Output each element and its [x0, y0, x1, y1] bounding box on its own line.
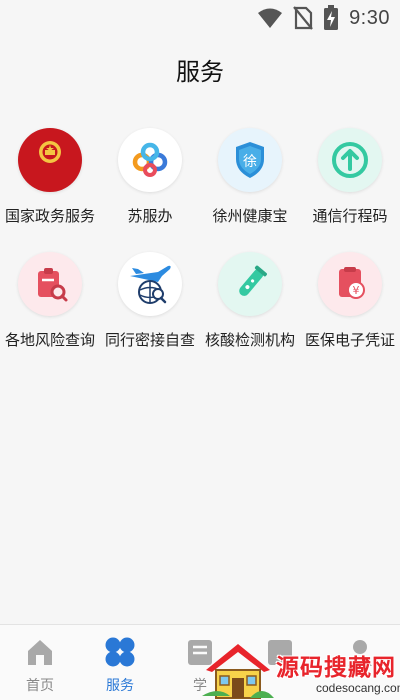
- service-xuzhou-health[interactable]: 徐 徐州健康宝: [200, 128, 300, 252]
- service-label: 医保电子凭证: [304, 331, 395, 349]
- services-grid-icon: [103, 635, 137, 669]
- services-row: 国家政务服务 苏服办 徐 徐州健康宝 通信行程码: [0, 128, 400, 252]
- watermark-url: codesocang.com: [316, 681, 400, 695]
- no-sim-icon: [293, 6, 313, 30]
- nav-label: 服务: [106, 678, 134, 694]
- service-medical-insurance[interactable]: ¥ 医保电子凭证: [300, 252, 400, 376]
- services-grid: 国家政务服务 苏服办 徐 徐州健康宝 通信行程码 各地风险查询 同行密接自查 核…: [0, 128, 400, 376]
- service-label: 同行密接自查: [104, 331, 195, 349]
- service-label: 徐州健康宝: [212, 207, 288, 225]
- service-nucleic-test[interactable]: 核酸检测机构: [200, 252, 300, 376]
- battery-charging-icon: [323, 5, 339, 31]
- page-title: 服务: [176, 57, 224, 86]
- service-label: 苏服办: [127, 207, 173, 225]
- service-label: 各地风险查询: [4, 331, 95, 349]
- wifi-icon: [257, 7, 283, 29]
- plane-globe-search-icon: [118, 252, 182, 316]
- shield-icon: 徐: [218, 128, 282, 192]
- arrow-up-circle-icon: [318, 128, 382, 192]
- insurance-badge-text: ¥: [353, 284, 360, 297]
- status-icons: 9:30: [257, 5, 390, 31]
- services-row: 各地风险查询 同行密接自查 核酸检测机构 ¥ 医保电子凭证: [0, 252, 400, 376]
- nav-label: 首页: [26, 678, 54, 694]
- nav-home[interactable]: 首页: [0, 625, 80, 700]
- status-time: 9:30: [349, 6, 390, 29]
- service-label: 通信行程码: [312, 207, 388, 225]
- service-label: 核酸检测机构: [204, 331, 295, 349]
- page-header: 服务: [0, 34, 400, 104]
- home-icon: [23, 635, 57, 669]
- su-logo-icon: [118, 128, 182, 192]
- nav-services[interactable]: 服务: [80, 625, 160, 700]
- shield-badge-text: 徐: [243, 154, 257, 170]
- service-trip-code[interactable]: 通信行程码: [300, 128, 400, 252]
- clipboard-search-icon: [18, 252, 82, 316]
- service-sufuban[interactable]: 苏服办: [100, 128, 200, 252]
- national-emblem-icon: [18, 128, 82, 192]
- service-national-gov[interactable]: 国家政务服务: [0, 128, 100, 252]
- watermark: 源码搜藏网 codesocang.com: [198, 636, 400, 700]
- watermark-title: 源码搜藏网: [276, 655, 396, 681]
- status-bar: 9:30: [0, 0, 400, 34]
- test-tube-icon: [218, 252, 282, 316]
- insurance-card-icon: ¥: [318, 252, 382, 316]
- house-logo-icon: [202, 644, 274, 699]
- service-contact-check[interactable]: 同行密接自查: [100, 252, 200, 376]
- service-label: 国家政务服务: [4, 207, 95, 225]
- service-risk-query[interactable]: 各地风险查询: [0, 252, 100, 376]
